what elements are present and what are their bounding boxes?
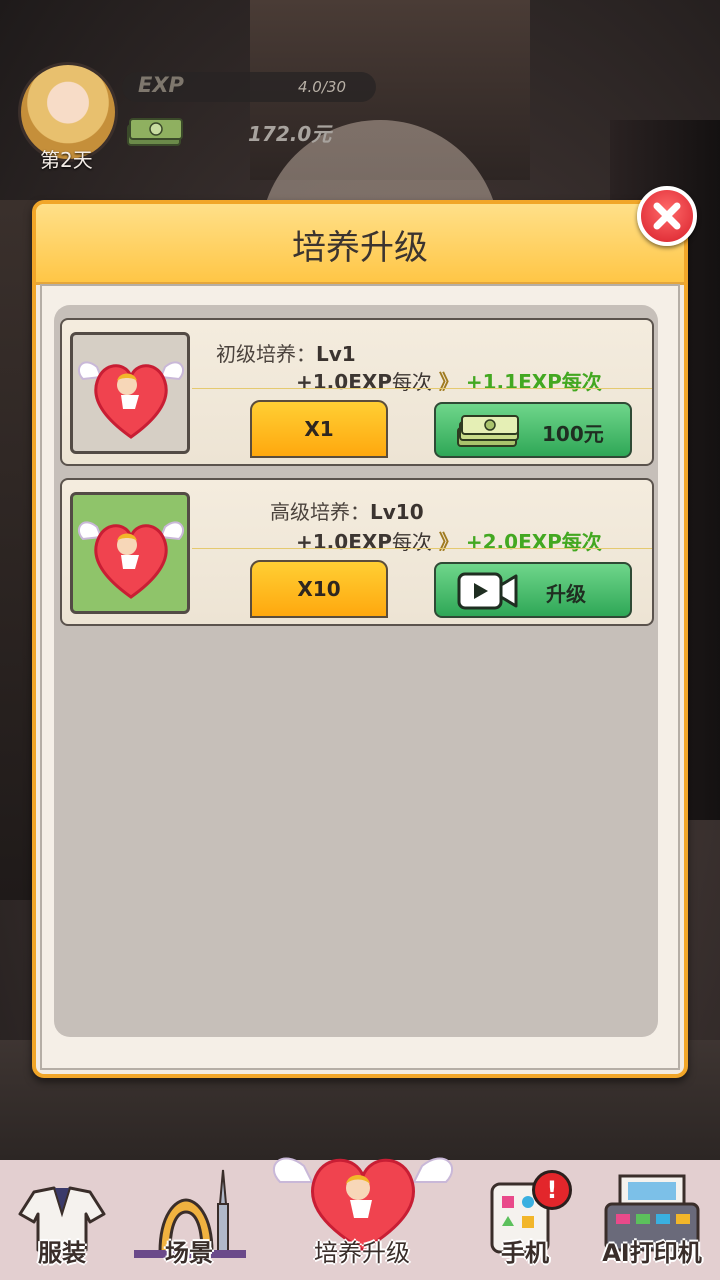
card-divider bbox=[192, 548, 652, 549]
cupid-heart-icon bbox=[78, 521, 184, 599]
card-level: Lv1 bbox=[316, 342, 356, 366]
card-title: 高级培养：Lv10 bbox=[270, 496, 424, 525]
nav-label: AI打印机 bbox=[602, 1239, 702, 1267]
close-button[interactable] bbox=[637, 186, 697, 246]
card-thumbnail bbox=[70, 332, 190, 454]
nav-label: 培养升级 bbox=[314, 1239, 410, 1267]
upgrade-card-basic: 初级培养：Lv1 +1.0EXP每次 》 +1.1EXP每次 X1 100元 bbox=[60, 318, 654, 466]
card-rate: +1.0EXP每次 》 +2.0EXP每次 bbox=[296, 526, 602, 555]
cash-stack-icon bbox=[457, 415, 519, 447]
card-divider bbox=[192, 388, 652, 389]
current-rate-unit: 每次 bbox=[391, 370, 432, 394]
money-value: 172.0元 bbox=[248, 122, 332, 146]
card-level: Lv10 bbox=[370, 500, 424, 524]
multiplier-button[interactable]: X1 bbox=[250, 400, 388, 458]
next-rate: +2.0EXP每次 bbox=[465, 530, 602, 554]
current-rate: +1.0EXP bbox=[296, 530, 392, 554]
money-icon bbox=[127, 118, 183, 146]
action-label: 升级 bbox=[546, 582, 586, 606]
close-icon bbox=[653, 202, 681, 230]
card-title: 初级培养：Lv1 bbox=[216, 338, 356, 367]
video-ad-icon bbox=[457, 572, 518, 610]
upgrade-with-video-button[interactable]: 升级 bbox=[434, 562, 632, 618]
dialog-header: 培养升级 bbox=[36, 204, 684, 285]
current-rate: +1.0EXP bbox=[296, 370, 392, 394]
nav-training-upgrade[interactable]: 培养升级 bbox=[262, 1157, 462, 1280]
upgrade-arrow: 》 bbox=[438, 370, 459, 394]
upgrade-arrow: 》 bbox=[438, 530, 459, 554]
notification-badge: ! bbox=[532, 1170, 572, 1210]
nav-label: 场景 bbox=[165, 1239, 213, 1267]
dialog-title: 培养升级 bbox=[292, 228, 428, 268]
card-thumbnail bbox=[70, 492, 190, 614]
nav-ai-printer[interactable]: AI打印机 bbox=[584, 1160, 720, 1280]
nav-label: 服装 bbox=[38, 1239, 86, 1267]
upgrade-card-advanced: 高级培养：Lv10 +1.0EXP每次 》 +2.0EXP每次 X10 升级 bbox=[60, 478, 654, 626]
nav-outfit[interactable]: 服装 bbox=[0, 1160, 124, 1280]
action-label: 100元 bbox=[542, 422, 604, 446]
card-rate: +1.0EXP每次 》 +1.1EXP每次 bbox=[296, 366, 602, 395]
exp-value: 4.0/30 bbox=[298, 78, 346, 96]
upgrade-with-money-button[interactable]: 100元 bbox=[434, 402, 632, 458]
day-counter: 第2天 bbox=[40, 148, 93, 172]
next-rate: +1.1EXP每次 bbox=[465, 370, 602, 394]
current-rate-unit: 每次 bbox=[391, 530, 432, 554]
card-title-text: 高级培养： bbox=[270, 500, 370, 524]
multiplier-button[interactable]: X10 bbox=[250, 560, 388, 618]
nav-label: 手机 bbox=[501, 1239, 549, 1267]
exp-label: EXP bbox=[138, 73, 184, 97]
cupid-heart-icon bbox=[78, 361, 184, 439]
nav-scene[interactable]: 场景 bbox=[124, 1160, 254, 1280]
card-title-text: 初级培养： bbox=[216, 342, 316, 366]
